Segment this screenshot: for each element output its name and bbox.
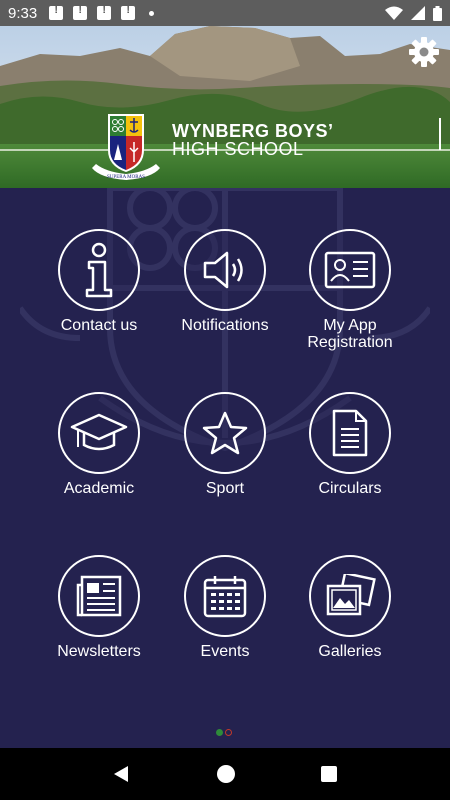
recents-icon[interactable] bbox=[320, 765, 338, 783]
graduation-cap-icon bbox=[70, 413, 128, 451]
signal-icon bbox=[411, 6, 425, 20]
star-icon bbox=[202, 411, 248, 455]
school-crest-logo: SUPERA MORAS bbox=[92, 114, 160, 180]
page-indicator bbox=[216, 729, 232, 736]
menu-item-label-line: My App bbox=[323, 317, 377, 334]
newspaper-icon bbox=[76, 575, 122, 617]
menu-item-label-line: Registration bbox=[307, 334, 393, 351]
main-menu: Contact us Notifications My App Registra… bbox=[0, 188, 450, 748]
alert-notification-icon bbox=[97, 4, 112, 20]
menu-item-registration-circle[interactable] bbox=[309, 229, 391, 311]
menu-item-label: Contact us bbox=[60, 317, 138, 334]
menu-item-galleries-circle[interactable] bbox=[309, 555, 391, 637]
page-dot-inactive[interactable] bbox=[225, 729, 232, 736]
menu-item-events[interactable]: Events bbox=[155, 555, 295, 660]
dot-icon bbox=[149, 10, 155, 16]
alert-notification-icon bbox=[49, 4, 64, 20]
menu-item-contact-us-circle[interactable] bbox=[58, 229, 140, 311]
menu-item-events-circle[interactable] bbox=[184, 555, 266, 637]
menu-item-sport[interactable]: Sport bbox=[155, 392, 295, 497]
menu-item-newsletters[interactable]: Newsletters bbox=[29, 555, 169, 660]
menu-item-contact-us[interactable]: Contact us bbox=[29, 229, 169, 334]
menu-item-newsletters-circle[interactable] bbox=[58, 555, 140, 637]
alert-notification-icon bbox=[121, 4, 136, 20]
id-card-icon bbox=[324, 251, 376, 289]
menu-item-notifications-circle[interactable] bbox=[184, 229, 266, 311]
menu-item-my-app-registration[interactable]: My App Registration bbox=[280, 229, 420, 351]
school-name-line2: HIGH SCHOOL bbox=[172, 139, 304, 159]
battery-icon bbox=[433, 5, 442, 21]
school-name: WYNBERG BOYS’ HIGH SCHOOL bbox=[172, 122, 334, 158]
menu-item-label: Academic bbox=[63, 480, 135, 497]
system-nav-bar bbox=[0, 748, 450, 800]
mountain-scene-image bbox=[0, 26, 450, 188]
crest-motto: SUPERA MORAS bbox=[107, 175, 145, 180]
status-time: 9:33 bbox=[8, 4, 38, 22]
document-icon bbox=[332, 409, 368, 457]
menu-item-label: Newsletters bbox=[57, 643, 141, 660]
status-bar: 9:33 bbox=[0, 0, 450, 26]
gear-icon[interactable] bbox=[408, 36, 440, 68]
school-name-line1: WYNBERG BOYS’ bbox=[172, 121, 334, 141]
menu-item-academic-circle[interactable] bbox=[58, 392, 140, 474]
menu-item-circulars[interactable]: Circulars bbox=[280, 392, 420, 497]
back-icon[interactable] bbox=[112, 764, 132, 784]
menu-item-label: Galleries bbox=[318, 643, 382, 660]
menu-item-label: Circulars bbox=[318, 480, 382, 497]
menu-item-circulars-circle[interactable] bbox=[309, 392, 391, 474]
home-icon[interactable] bbox=[216, 764, 236, 784]
menu-item-label: Notifications bbox=[181, 317, 269, 334]
calendar-icon bbox=[203, 576, 247, 618]
menu-item-galleries[interactable]: Galleries bbox=[280, 555, 420, 660]
menu-item-academic[interactable]: Academic bbox=[29, 392, 169, 497]
menu-item-label: My App Registration bbox=[280, 317, 420, 351]
alert-notification-icon bbox=[73, 4, 88, 20]
menu-item-notifications[interactable]: Notifications bbox=[155, 229, 295, 334]
header-banner: SUPERA MORAS WYNBERG BOYS’ HIGH SCHOOL bbox=[0, 26, 450, 188]
page-dot-active bbox=[216, 729, 223, 736]
photos-icon bbox=[326, 574, 376, 616]
info-icon bbox=[85, 242, 113, 298]
menu-item-label: Events bbox=[200, 643, 250, 660]
menu-item-sport-circle[interactable] bbox=[184, 392, 266, 474]
menu-item-label: Sport bbox=[205, 480, 245, 497]
speaker-icon bbox=[203, 251, 243, 289]
wifi-icon bbox=[385, 6, 403, 20]
